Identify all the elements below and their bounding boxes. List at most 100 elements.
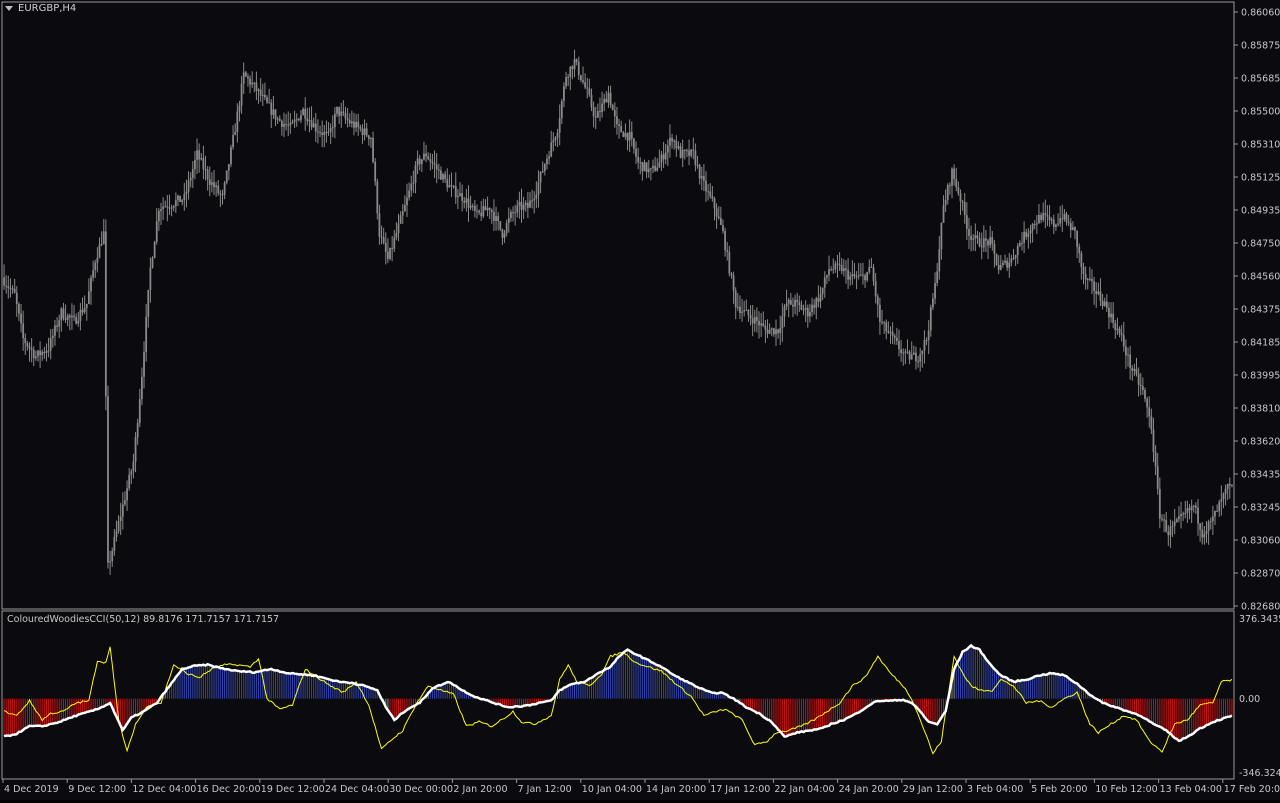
- candle-body: [505, 223, 508, 234]
- candle-body: [743, 310, 746, 312]
- candle-body: [635, 148, 637, 157]
- candle-body: [1171, 525, 1174, 527]
- candle-body: [813, 304, 816, 308]
- candle-body: [694, 150, 697, 166]
- candle-body: [548, 156, 550, 159]
- candle-body: [1154, 452, 1157, 467]
- indicator-label: ColouredWoodiesCCI(50,12) 89.8176 171.71…: [7, 614, 280, 625]
- candle-body: [908, 351, 911, 360]
- price-label: 0.83060: [1241, 536, 1280, 547]
- candle-body: [535, 194, 538, 199]
- candle-body: [270, 102, 273, 115]
- candle-body: [1040, 214, 1042, 220]
- candle-body: [999, 265, 1002, 270]
- candle-body: [900, 349, 903, 354]
- candle-body: [1169, 526, 1172, 536]
- candle-body: [675, 140, 678, 149]
- candle-body: [403, 205, 406, 212]
- candle-body: [558, 118, 561, 133]
- candle-body: [367, 135, 370, 139]
- candle-body: [1190, 506, 1193, 511]
- candle-body: [92, 270, 95, 278]
- candle-body: [454, 186, 457, 198]
- candle-body: [463, 200, 466, 203]
- candle-body: [717, 216, 720, 219]
- candle-body: [715, 208, 718, 217]
- time-label: 4 Dec 2019: [4, 784, 59, 795]
- candle-body: [772, 328, 775, 335]
- candle-body: [673, 140, 676, 142]
- candle-body: [526, 202, 529, 208]
- candle-body: [96, 257, 99, 263]
- candle-body: [823, 277, 826, 288]
- candle-body: [1004, 260, 1006, 263]
- candle-body: [363, 128, 366, 135]
- candle-body: [649, 168, 652, 170]
- candle-body: [571, 66, 574, 70]
- candle-body: [849, 276, 852, 280]
- candle-body: [476, 210, 478, 212]
- candle-body: [128, 474, 131, 489]
- candle-body: [378, 213, 381, 237]
- candle-body: [700, 176, 703, 179]
- symbol-title: EURGBP,H4: [18, 3, 77, 14]
- candle-body: [783, 306, 786, 317]
- chart-canvas[interactable]: 0.86060 0.85875 0.85685 0.85500 0.85310 0.851…: [0, 0, 1280, 800]
- candle-body: [925, 340, 928, 342]
- candle-body: [1067, 221, 1070, 223]
- candle-body: [425, 153, 427, 157]
- candle-body: [529, 200, 531, 208]
- candle-body: [20, 313, 22, 324]
- candle-body: [370, 138, 372, 140]
- candle-body: [124, 500, 126, 505]
- candle-body: [111, 550, 114, 562]
- candle-body: [679, 146, 682, 158]
- candle-body: [842, 268, 845, 272]
- candle-body: [397, 223, 400, 234]
- candle-body: [573, 59, 576, 70]
- candle-body: [1108, 307, 1110, 318]
- candle-body: [533, 198, 536, 201]
- candle-body: [41, 351, 44, 356]
- candle-body: [202, 158, 205, 170]
- candle-body: [1146, 398, 1149, 408]
- candle-body: [660, 154, 663, 163]
- candle-body: [1099, 291, 1102, 301]
- candle-body: [641, 162, 644, 172]
- candle-body: [775, 329, 777, 335]
- chart-window[interactable]: 0.86060 0.85875 0.85685 0.85500 0.85310 0.851…: [0, 0, 1280, 800]
- candle-body: [1093, 281, 1095, 292]
- candle-body: [310, 120, 313, 128]
- candle-body: [923, 340, 926, 351]
- candle-body: [825, 275, 828, 278]
- candle-body: [893, 335, 896, 338]
- candle-body: [62, 308, 65, 319]
- candle-body: [940, 222, 943, 250]
- symbol-menu-arrow-icon[interactable]: [5, 6, 13, 11]
- candle-body: [1046, 214, 1049, 217]
- candle-body: [719, 218, 722, 226]
- candle-body: [991, 237, 994, 244]
- candle-body: [255, 82, 258, 91]
- candle-body: [747, 309, 750, 316]
- candle-body: [143, 352, 145, 377]
- candle-body: [141, 376, 143, 400]
- candle-body: [577, 61, 580, 76]
- price-label: 0.85875: [1241, 41, 1280, 52]
- candle-body: [1150, 416, 1153, 430]
- candle-body: [654, 165, 657, 171]
- candle-body: [681, 149, 684, 158]
- candle-body: [198, 150, 201, 160]
- candle-body: [1078, 246, 1081, 254]
- candle-body: [406, 197, 408, 206]
- candle-body: [968, 229, 970, 236]
- candle-body: [1194, 505, 1197, 508]
- candle-body: [1120, 333, 1123, 336]
- candle-body: [437, 169, 440, 171]
- candle-body: [183, 193, 186, 201]
- candle-body: [936, 271, 939, 283]
- candle-body: [317, 131, 319, 133]
- candle-body: [643, 162, 646, 172]
- candle-body: [321, 132, 324, 135]
- candle-body: [1175, 519, 1178, 522]
